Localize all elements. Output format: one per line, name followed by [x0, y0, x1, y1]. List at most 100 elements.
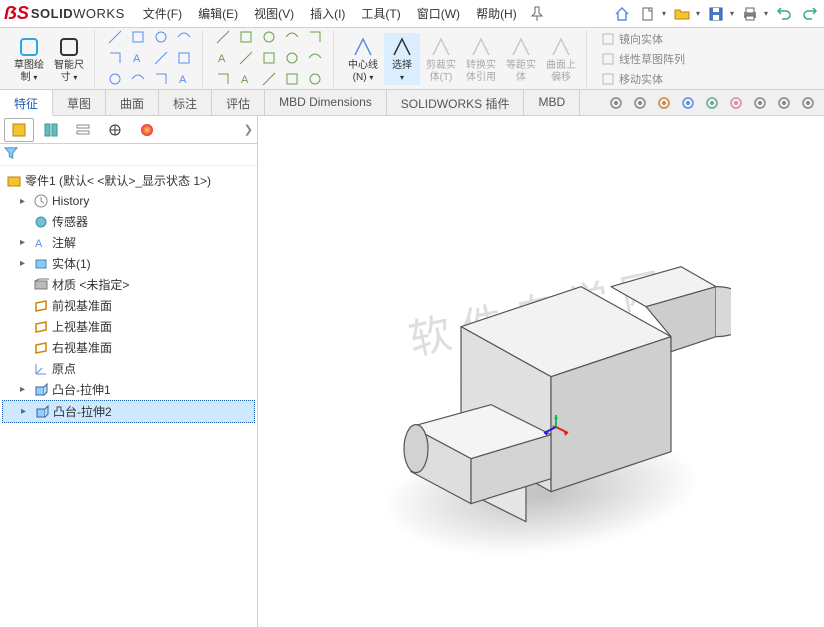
expand-icon[interactable]: ❯: [244, 123, 253, 136]
sketch-tool-icon[interactable]: A: [174, 70, 194, 88]
sketch-tool-icon[interactable]: [236, 49, 256, 67]
command-tabs: 特征草图曲面标注评估MBD DimensionsSOLIDWORKS 插件MBD: [0, 90, 824, 116]
expand-icon[interactable]: ▸: [20, 258, 30, 269]
sketch-button[interactable]: 草图绘制 ▾: [10, 33, 48, 85]
select-button[interactable]: 选择 ▾: [384, 33, 420, 85]
hide-show-icon[interactable]: [798, 93, 818, 113]
tab-SOLIDWORKS 插件[interactable]: SOLIDWORKS 插件: [387, 90, 525, 115]
sketch-tool-icon[interactable]: [213, 70, 233, 88]
sketch-tool-icon[interactable]: [151, 28, 171, 46]
tree-filter[interactable]: [0, 144, 257, 166]
tab-评估[interactable]: 评估: [212, 90, 265, 115]
tree-extrude2[interactable]: ▸ 凸台-拉伸2: [2, 400, 255, 423]
sketch-tool-icon[interactable]: [305, 70, 325, 88]
tree-right-plane[interactable]: 右视基准面: [2, 337, 255, 358]
sketch-tool-icon[interactable]: [174, 28, 194, 46]
new-icon[interactable]: [638, 4, 658, 24]
plane-icon: [33, 340, 49, 356]
tree-material[interactable]: 材质 <未指定>: [2, 274, 255, 295]
sketch-tools-grid: AA: [105, 28, 196, 90]
open-icon[interactable]: [672, 4, 692, 24]
view-orient-icon[interactable]: [678, 93, 698, 113]
save-icon[interactable]: [706, 4, 726, 24]
display-style-icon[interactable]: [702, 93, 722, 113]
menu-工具(T)[interactable]: 工具(T): [353, 1, 408, 26]
sketch-tool-icon[interactable]: [305, 28, 325, 46]
tree-extrude1[interactable]: ▸凸台-拉伸1: [2, 379, 255, 400]
tree-root[interactable]: 零件1 (默认< <默认>_显示状态 1>): [2, 170, 255, 191]
linear-pattern: 线性草图阵列: [601, 51, 685, 67]
sketch-tool-icon[interactable]: A: [236, 70, 256, 88]
expand-icon[interactable]: ▸: [20, 384, 30, 395]
menu-窗口(W)[interactable]: 窗口(W): [409, 1, 468, 26]
section-icon[interactable]: [654, 93, 674, 113]
menu-视图(V)[interactable]: 视图(V): [246, 1, 302, 26]
title-toolbar: ▾ ▾ ▾ ▾: [612, 4, 820, 24]
expand-icon[interactable]: ▸: [20, 237, 30, 248]
redo-icon[interactable]: [800, 4, 820, 24]
svg-text:A: A: [241, 74, 249, 86]
sketch-tool-icon[interactable]: [259, 70, 279, 88]
print-icon[interactable]: [740, 4, 760, 24]
zoom-icon[interactable]: [606, 93, 626, 113]
sketch-tools-grid-2: AA: [213, 28, 327, 90]
tree-front-plane[interactable]: 前视基准面: [2, 295, 255, 316]
smart-dim-button[interactable]: 智能尺寸 ▾: [50, 33, 88, 85]
tab-标注[interactable]: 标注: [159, 90, 212, 115]
sketch-tool-icon[interactable]: [151, 49, 171, 67]
expand-icon[interactable]: ▸: [21, 406, 31, 417]
tree-origin[interactable]: 原点: [2, 358, 255, 379]
menu-文件(F)[interactable]: 文件(F): [135, 1, 190, 26]
home-icon[interactable]: [612, 4, 632, 24]
undo-icon[interactable]: [774, 4, 794, 24]
tab-特征[interactable]: 特征: [0, 90, 53, 116]
centerline-button[interactable]: 中心线(N) ▾: [344, 33, 382, 85]
property-tab[interactable]: [36, 118, 66, 142]
tree-top-plane[interactable]: 上视基准面: [2, 316, 255, 337]
sketch-tool-icon[interactable]: A: [128, 49, 148, 67]
tab-曲面[interactable]: 曲面: [106, 90, 159, 115]
menu-插入(I)[interactable]: 插入(I): [302, 1, 353, 26]
sketch-tool-icon[interactable]: [105, 49, 125, 67]
shadow-icon[interactable]: [774, 93, 794, 113]
sketch-tool-icon[interactable]: [105, 70, 125, 88]
sketch-tool-icon[interactable]: [259, 28, 279, 46]
tree-item-label: 右视基准面: [52, 339, 112, 356]
sketch-tool-icon[interactable]: [282, 70, 302, 88]
tree-solid-bodies[interactable]: ▸实体(1): [2, 253, 255, 274]
feature-tree-tab[interactable]: [4, 118, 34, 142]
sketch-tool-icon[interactable]: [305, 49, 325, 67]
perspective-icon[interactable]: [750, 93, 770, 113]
tree-item-label: 凸台-拉伸2: [53, 403, 112, 420]
extrude-icon: [34, 404, 50, 420]
tree-annotations[interactable]: ▸A注解: [2, 232, 255, 253]
sketch-tool-icon[interactable]: A: [213, 49, 233, 67]
scene-icon[interactable]: [726, 93, 746, 113]
sketch-tool-icon[interactable]: [236, 28, 256, 46]
tab-草图[interactable]: 草图: [53, 90, 106, 115]
tree-history[interactable]: ▸History: [2, 191, 255, 211]
sketch-tool-icon[interactable]: [128, 28, 148, 46]
tab-MBD[interactable]: MBD: [524, 90, 580, 115]
tree-sensors[interactable]: 传感器: [2, 211, 255, 232]
menu-帮助(H)[interactable]: 帮助(H): [468, 1, 525, 26]
sketch-tool-icon[interactable]: [282, 49, 302, 67]
zoom-fit-icon[interactable]: [630, 93, 650, 113]
sketch-tool-icon[interactable]: [128, 70, 148, 88]
menu-编辑(E)[interactable]: 编辑(E): [190, 1, 246, 26]
dimxpert-tab[interactable]: [100, 118, 130, 142]
sketch-tool-icon[interactable]: [282, 28, 302, 46]
expand-icon[interactable]: ▸: [20, 196, 30, 207]
sketch-tool-icon[interactable]: [151, 70, 171, 88]
part-icon: [6, 173, 22, 189]
sketch-tool-icon[interactable]: [174, 49, 194, 67]
pin-icon[interactable]: [527, 4, 547, 24]
sketch-tool-icon[interactable]: [213, 28, 233, 46]
sketch-tool-icon[interactable]: [259, 49, 279, 67]
origin-icon: [33, 361, 49, 377]
config-tab[interactable]: [68, 118, 98, 142]
tab-MBD Dimensions[interactable]: MBD Dimensions: [265, 90, 387, 115]
appearance-tab[interactable]: [132, 118, 162, 142]
sketch-tool-icon[interactable]: [105, 28, 125, 46]
graphics-viewport[interactable]: 软件自学网: [258, 116, 824, 627]
